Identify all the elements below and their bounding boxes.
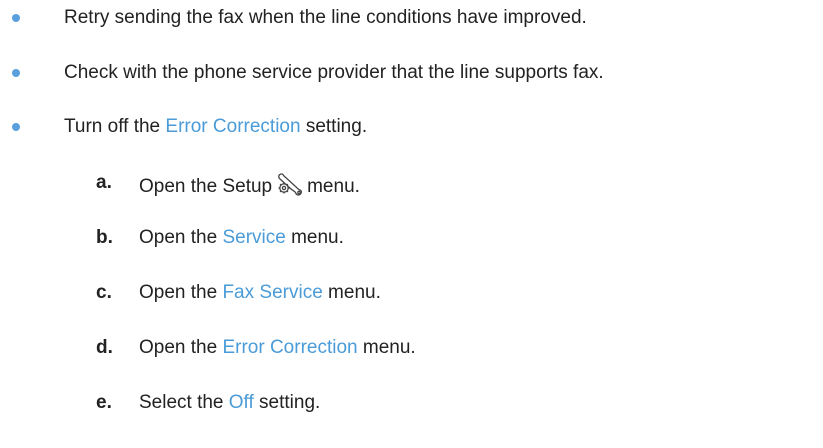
step-text: Select the Off setting. (139, 391, 320, 415)
bullet-text: Turn off the Error Correction setting. (64, 115, 367, 139)
step-letter: a. (96, 172, 112, 193)
step-text-post: menu. (357, 337, 416, 358)
bullet-text: Retry sending the fax when the line cond… (64, 7, 587, 28)
step-letter: d. (96, 337, 113, 358)
step-text: Open the Fax Service menu. (139, 281, 381, 305)
step-text: Open the Setup menu. (139, 171, 360, 204)
off-setting-link: Off (228, 392, 254, 413)
step-text: Open the Error Correction menu. (139, 336, 416, 360)
step-text-post: setting. (253, 392, 321, 413)
step-text-pre: Open the (139, 227, 223, 248)
step-text-pre: Open the (139, 282, 223, 303)
step-text-pre: Open the (139, 337, 223, 358)
step-letter: c. (96, 282, 112, 303)
step-text-post: menu. (307, 176, 360, 197)
step-text-post: menu. (322, 282, 381, 303)
bullet-dot (12, 69, 20, 77)
setup-wrench-gear-icon (275, 171, 305, 204)
bullet-text-post: setting. (300, 116, 368, 137)
service-menu-link: Service (222, 227, 286, 248)
step-text-post: menu. (285, 227, 344, 248)
step-letter: e. (96, 392, 112, 413)
bullet-dot (12, 14, 20, 22)
error-correction-menu-link: Error Correction (222, 337, 358, 358)
step-text-pre: Open the Setup (139, 176, 273, 197)
bullet-dot (12, 123, 20, 131)
step-text-pre: Select the (139, 392, 229, 413)
bullet-text-pre: Turn off the (64, 116, 166, 137)
error-correction-setting-link: Error Correction (165, 116, 301, 137)
step-text: Open the Service menu. (139, 226, 344, 250)
fax-service-menu-link: Fax Service (222, 282, 323, 303)
bullet-text: Check with the phone service provider th… (64, 62, 604, 83)
step-letter: b. (96, 227, 113, 248)
